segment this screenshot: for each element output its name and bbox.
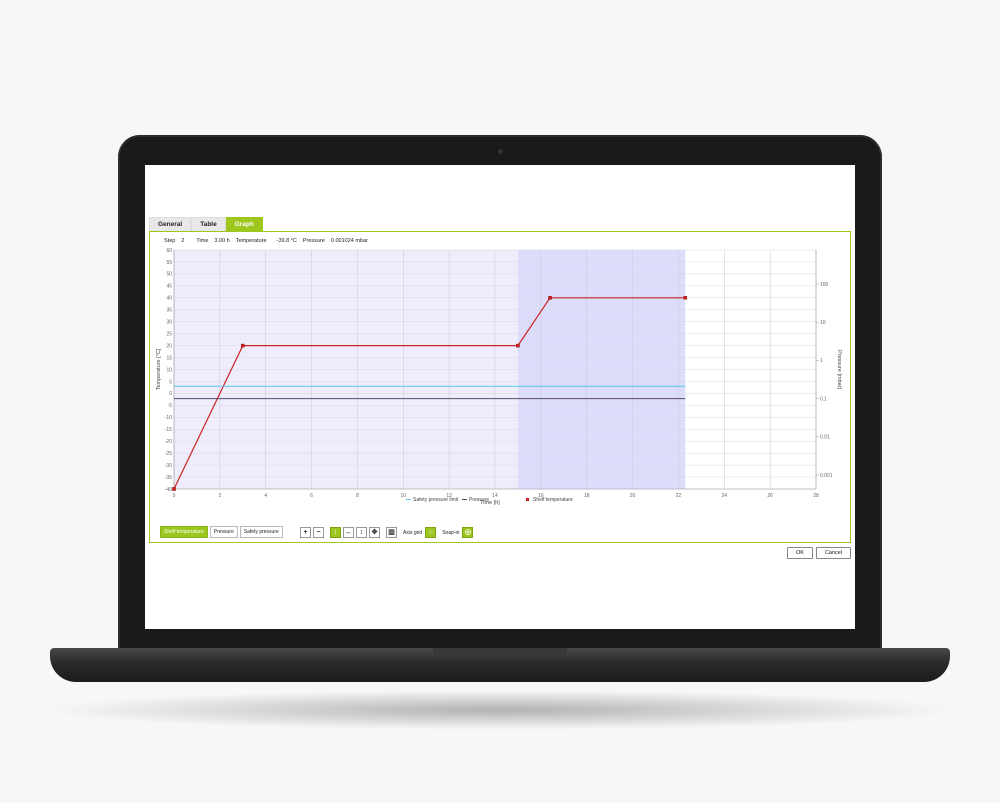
delete-icon[interactable]: ▥	[386, 527, 397, 538]
y-tick-label: 40	[166, 296, 172, 302]
ok-button[interactable]: OK	[787, 547, 813, 559]
laptop-shadow	[40, 690, 960, 730]
axis-grid-label: Axis grid	[403, 529, 423, 536]
x-tick-label: 14	[492, 493, 498, 499]
y-tick-label: 10	[166, 367, 172, 373]
chart-area[interactable]: 60 55 50 45 40 35 30 25 20 15 10 5 0 -5 -10 -15 -20 -25 -3…	[150, 248, 850, 508]
x-tick-label: 4	[264, 493, 267, 499]
y2-tick-label: 100	[820, 282, 829, 288]
y-tick-label: 5	[169, 379, 172, 385]
step-label: Step	[164, 238, 176, 244]
x-tick-label: 6	[310, 493, 313, 499]
y-tick-label: -35	[165, 475, 172, 481]
x-tick-label: 2	[218, 493, 221, 499]
pressure-label: Pressure	[302, 238, 325, 244]
tab-graph[interactable]: Graph	[225, 217, 263, 231]
axis-grid-toggle-icon[interactable]: ○	[425, 527, 437, 538]
data-point	[548, 296, 552, 300]
move-point-icon[interactable]: ↕	[330, 527, 341, 538]
add-point-icon[interactable]: +	[300, 527, 311, 538]
y-tick-label: -10	[165, 415, 172, 421]
move-horizontal-icon[interactable]: ↔	[343, 527, 354, 538]
screen: General Table Graph Step 2 Time 3.00 h T…	[145, 165, 855, 629]
info-bar: Step 2 Time 3.00 h Temperature -39.8 °C …	[164, 238, 368, 244]
y2-tick-label: 0.1	[820, 396, 827, 402]
y-tick-label: 45	[166, 284, 172, 290]
legend-label: Pressure	[469, 497, 489, 503]
y-tick-label: 55	[166, 260, 172, 266]
temperature-pressure-chart[interactable]: 605550454035302520151050-5-10-15-20-25-3…	[150, 248, 850, 508]
x-tick-label: 24	[722, 493, 728, 499]
data-point	[683, 296, 688, 300]
time-value: 3.00 h	[214, 238, 230, 244]
data-point	[172, 487, 176, 491]
y-axis-title: Temperature [°C]	[156, 348, 162, 390]
graph-panel: Step 2 Time 3.00 h Temperature -39.8 °C …	[149, 231, 851, 543]
safety-pressure-button[interactable]: Safety pressure	[239, 526, 283, 538]
y-tick-label: 0	[169, 391, 172, 397]
y-tick-label: -20	[165, 439, 172, 445]
x-tick-label: 18	[584, 493, 590, 499]
time-label: Time	[196, 238, 209, 244]
legend-marker	[526, 498, 529, 501]
shelf-temperature-button[interactable]: Shelf temperature	[160, 526, 208, 538]
y2-tick-label: 10	[820, 320, 826, 326]
x-tick-label: 22	[676, 493, 682, 499]
temperature-value: -39.8 °C	[276, 238, 297, 244]
y2-axis-title: Pressure [mbar]	[836, 350, 842, 390]
y-tick-label: -25	[165, 451, 172, 457]
data-point	[241, 343, 245, 348]
camera-icon	[498, 149, 503, 154]
snap-in-toggle-icon[interactable]: ◎	[462, 527, 474, 538]
data-point	[516, 343, 520, 348]
tab-bar: General Table Graph	[149, 217, 263, 231]
y2-tick-label: 0.01	[820, 435, 830, 441]
x-tick-label: 0	[173, 493, 176, 499]
x-tick-label: 20	[630, 493, 636, 499]
temperature-label: Temperature	[235, 238, 267, 244]
legend-label: Safety pressure limit	[413, 497, 459, 503]
move-all-icon[interactable]: ✥	[369, 527, 380, 538]
x-tick-label: 8	[356, 493, 359, 499]
dialog-buttons: OK Cancel	[787, 547, 852, 559]
y-tick-label: -15	[165, 427, 172, 433]
remove-point-icon[interactable]: −	[313, 527, 324, 538]
y2-tick-label: 1	[820, 358, 823, 364]
laptop-notch	[433, 648, 567, 658]
x-tick-label: 10	[401, 493, 407, 499]
pressure-button[interactable]: Pressure	[209, 526, 238, 538]
y-tick-label: 35	[166, 308, 172, 314]
tab-table[interactable]: Table	[191, 217, 226, 231]
tab-general[interactable]: General	[149, 217, 192, 231]
y-tick-label: 30	[166, 320, 172, 326]
y-tick-label: -30	[165, 463, 172, 469]
graph-toolbar: + − ↕ ↔ ↕ ✥ ▥ Axis grid ○ Snap-in ◎	[300, 527, 475, 538]
move-vertical-icon[interactable]: ↕	[356, 527, 367, 538]
pressure-value: 0.001024 mbar	[330, 238, 368, 244]
y-tick-label: -40	[165, 487, 172, 493]
y-tick-label: 20	[166, 343, 172, 349]
series-buttons: Shelf temperature Pressure Safety pressu…	[160, 526, 285, 538]
snap-in-label: Snap-in	[442, 529, 460, 536]
y-tick-label: 50	[166, 272, 172, 278]
y-tick-label: 15	[166, 355, 172, 361]
legend-label: Shelf temperature	[533, 497, 573, 503]
y-tick-label: 60	[166, 248, 172, 254]
step-value: 2	[181, 238, 185, 244]
y-tick-label: 25	[166, 331, 172, 337]
x-tick-label: 28	[813, 493, 819, 499]
x-tick-label: 26	[767, 493, 773, 499]
y2-tick-label: 0.001	[820, 473, 833, 479]
cancel-button[interactable]: Cancel	[815, 547, 852, 559]
y-tick-label: -5	[168, 403, 173, 409]
